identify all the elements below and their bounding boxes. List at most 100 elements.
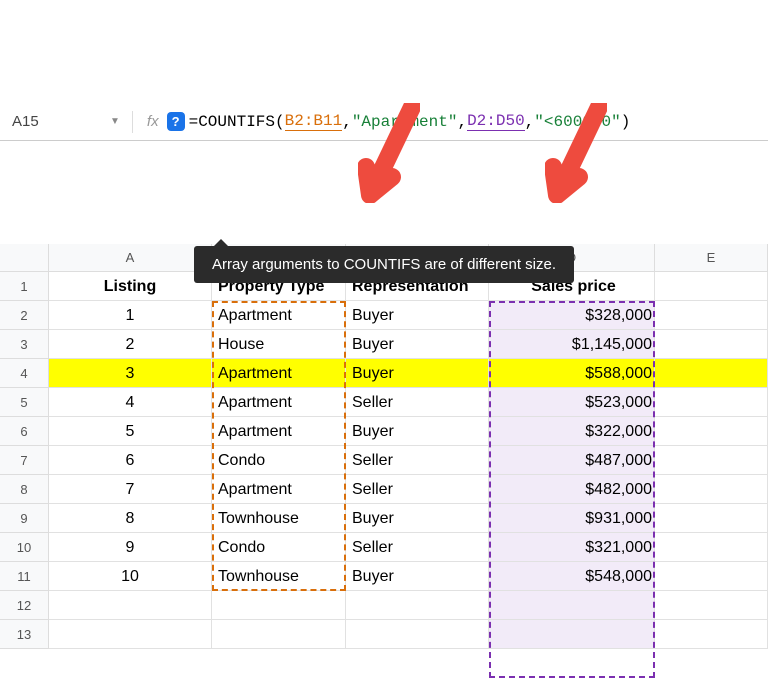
select-all-corner[interactable] xyxy=(0,244,49,272)
table-row: 87ApartmentSeller$482,000 xyxy=(0,475,768,504)
cell[interactable]: 3 xyxy=(49,359,212,388)
cell[interactable]: $328,000 xyxy=(489,301,655,330)
cell[interactable]: Condo xyxy=(212,446,346,475)
col-header-E[interactable]: E xyxy=(655,244,768,272)
cell[interactable] xyxy=(655,330,768,359)
cell[interactable]: $588,000 xyxy=(489,359,655,388)
cell[interactable]: Seller xyxy=(346,533,489,562)
cell[interactable]: 9 xyxy=(49,533,212,562)
row-header[interactable]: 7 xyxy=(0,446,49,475)
spreadsheet-grid: A B C D E 1 Listing Property Type Repres… xyxy=(0,244,768,649)
row-header[interactable]: 3 xyxy=(0,330,49,359)
cell[interactable]: Buyer xyxy=(346,330,489,359)
formula-fn: COUNTIFS xyxy=(198,113,275,131)
row-header[interactable]: 12 xyxy=(0,591,49,620)
cell[interactable]: $548,000 xyxy=(489,562,655,591)
cell[interactable] xyxy=(212,591,346,620)
row-header[interactable]: 9 xyxy=(0,504,49,533)
cell[interactable]: Townhouse xyxy=(212,504,346,533)
cell[interactable]: House xyxy=(212,330,346,359)
cell[interactable] xyxy=(655,533,768,562)
cell[interactable]: Apartment xyxy=(212,359,346,388)
formula-c1: , xyxy=(342,113,352,131)
cell[interactable] xyxy=(655,301,768,330)
cell[interactable]: $321,000 xyxy=(489,533,655,562)
cell[interactable]: Buyer xyxy=(346,301,489,330)
cell[interactable]: Buyer xyxy=(346,359,489,388)
cell[interactable]: $931,000 xyxy=(489,504,655,533)
cell[interactable]: Seller xyxy=(346,446,489,475)
cell[interactable]: Apartment xyxy=(212,417,346,446)
cell[interactable]: 4 xyxy=(49,388,212,417)
error-tooltip: Array arguments to COUNTIFS are of diffe… xyxy=(194,246,574,283)
formula-range2: D2:D50 xyxy=(467,112,525,131)
row-header[interactable]: 4 xyxy=(0,359,49,388)
row-header[interactable]: 10 xyxy=(0,533,49,562)
cell[interactable] xyxy=(49,591,212,620)
formula-c2: , xyxy=(457,113,467,131)
table-row: 65ApartmentBuyer$322,000 xyxy=(0,417,768,446)
row-header[interactable]: 5 xyxy=(0,388,49,417)
name-box-dropdown-icon[interactable]: ▼ xyxy=(104,116,126,127)
row-header[interactable]: 2 xyxy=(0,301,49,330)
cell[interactable] xyxy=(346,620,489,649)
cell[interactable] xyxy=(49,620,212,649)
cell[interactable] xyxy=(212,620,346,649)
cell[interactable] xyxy=(346,591,489,620)
cell[interactable] xyxy=(655,504,768,533)
cell[interactable]: 8 xyxy=(49,504,212,533)
row-header[interactable]: 6 xyxy=(0,417,49,446)
cell[interactable] xyxy=(655,446,768,475)
cell[interactable] xyxy=(655,388,768,417)
cell[interactable]: $322,000 xyxy=(489,417,655,446)
cell[interactable]: 5 xyxy=(49,417,212,446)
row-header[interactable]: 8 xyxy=(0,475,49,504)
table-row: 98TownhouseBuyer$931,000 xyxy=(0,504,768,533)
formula-close: ) xyxy=(621,113,631,131)
row-header[interactable]: 11 xyxy=(0,562,49,591)
formula-eq: = xyxy=(189,113,199,131)
cell[interactable] xyxy=(655,272,768,301)
cell[interactable]: $1,145,000 xyxy=(489,330,655,359)
cell[interactable]: $523,000 xyxy=(489,388,655,417)
table-row: 21ApartmentBuyer$328,000 xyxy=(0,301,768,330)
cell[interactable]: Seller xyxy=(346,388,489,417)
cell[interactable]: 10 xyxy=(49,562,212,591)
divider xyxy=(132,111,133,133)
annotation-arrow-1 xyxy=(358,103,420,203)
cell[interactable]: Buyer xyxy=(346,562,489,591)
cell[interactable] xyxy=(655,359,768,388)
col-header-A[interactable]: A xyxy=(49,244,212,272)
formula-input[interactable]: =COUNTIFS(B2:B11,"Apartment",D2:D50,"<60… xyxy=(189,112,764,131)
cell[interactable] xyxy=(489,620,655,649)
cell[interactable] xyxy=(655,475,768,504)
cell[interactable]: Listing xyxy=(49,272,212,301)
table-row: 109CondoSeller$321,000 xyxy=(0,533,768,562)
cell[interactable]: Apartment xyxy=(212,388,346,417)
cell[interactable]: 1 xyxy=(49,301,212,330)
formula-open: ( xyxy=(275,113,285,131)
cell[interactable]: 6 xyxy=(49,446,212,475)
row-header[interactable]: 1 xyxy=(0,272,49,301)
formula-help-icon[interactable]: ? xyxy=(167,112,185,131)
cell[interactable]: Apartment xyxy=(212,475,346,504)
cell[interactable] xyxy=(489,591,655,620)
cell[interactable]: Buyer xyxy=(346,504,489,533)
cell[interactable] xyxy=(655,620,768,649)
cell[interactable]: 2 xyxy=(49,330,212,359)
cell[interactable]: $487,000 xyxy=(489,446,655,475)
cell[interactable]: Condo xyxy=(212,533,346,562)
cell[interactable]: Townhouse xyxy=(212,562,346,591)
cell[interactable] xyxy=(655,562,768,591)
row-header[interactable]: 13 xyxy=(0,620,49,649)
cell[interactable]: Buyer xyxy=(346,417,489,446)
cell[interactable]: Apartment xyxy=(212,301,346,330)
annotation-arrow-2 xyxy=(545,103,607,203)
cell[interactable]: $482,000 xyxy=(489,475,655,504)
cell[interactable]: Seller xyxy=(346,475,489,504)
cell[interactable] xyxy=(655,591,768,620)
table-row: 32HouseBuyer$1,145,000 xyxy=(0,330,768,359)
name-box[interactable] xyxy=(4,109,104,134)
cell[interactable]: 7 xyxy=(49,475,212,504)
cell[interactable] xyxy=(655,417,768,446)
